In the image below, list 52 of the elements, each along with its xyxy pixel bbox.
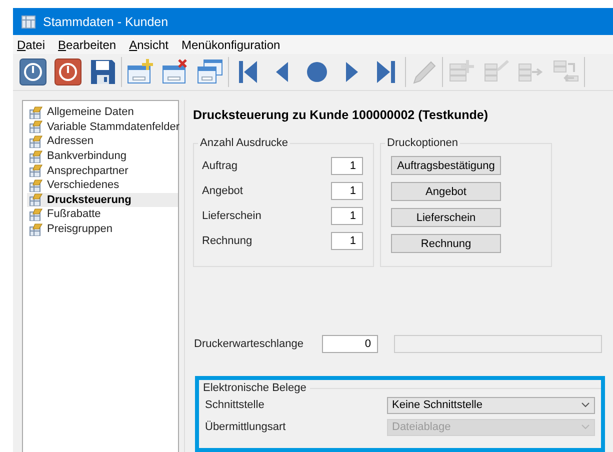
print-option-button[interactable]: Auftragsbestätigung xyxy=(391,156,501,175)
window-plus-icon[interactable] xyxy=(126,58,154,86)
sidebar-item[interactable]: Preisgruppen xyxy=(27,222,178,236)
field-label: Rechnung xyxy=(202,234,252,246)
number-field[interactable]: 0 xyxy=(322,335,378,353)
app-icon xyxy=(21,14,36,29)
menu-item[interactable]: Menükonfiguration xyxy=(181,38,280,52)
window-icon xyxy=(29,120,43,134)
windows-icon[interactable] xyxy=(196,58,224,86)
power-icon[interactable] xyxy=(54,58,82,86)
sidebar-item[interactable]: Adressen xyxy=(27,134,178,149)
field-label: Lieferschein xyxy=(202,210,262,222)
power-icon[interactable] xyxy=(19,58,47,86)
window-icon xyxy=(29,134,43,148)
window-icon xyxy=(29,208,43,221)
menu-item[interactable]: Bearbeiten xyxy=(58,38,116,52)
window-title: Stammdaten - Kunden xyxy=(43,14,168,28)
number-field[interactable]: 1 xyxy=(331,232,363,250)
sidebar-item[interactable]: Allgemeine Daten xyxy=(27,105,178,120)
sidebar-item[interactable]: Ansprechpartner xyxy=(27,163,178,178)
number-field[interactable]: 1 xyxy=(331,206,363,224)
number-field[interactable]: 1 xyxy=(331,156,363,174)
window-icon xyxy=(29,178,43,192)
window-icon xyxy=(29,193,43,206)
group-title: Druckoptionen xyxy=(387,137,458,149)
window-icon xyxy=(29,150,43,163)
print-option-button[interactable]: Angebot xyxy=(391,182,501,201)
chevron-down-icon xyxy=(581,402,590,408)
window-icon xyxy=(29,222,43,236)
window-x-icon[interactable] xyxy=(161,58,189,86)
group-title: Anzahl Ausdrucke xyxy=(200,137,288,149)
chevron-down-icon xyxy=(581,424,590,430)
menu-item[interactable]: Datei xyxy=(17,38,46,52)
window-icon xyxy=(29,106,43,119)
field-label: Schnittstelle xyxy=(205,399,264,411)
sidebar-item[interactable]: Verschiedenes xyxy=(27,178,178,193)
field-label: Übermittlungsart xyxy=(205,421,286,433)
sidebar-item[interactable]: Drucksteuerung xyxy=(27,192,178,208)
dropdown[interactable]: Keine Schnittstelle xyxy=(387,396,595,414)
field-label: Druckerwarteschlange xyxy=(194,338,304,350)
field-label: Angebot xyxy=(202,184,243,196)
sidebar-item[interactable]: Fußrabatte xyxy=(27,207,178,222)
field-label: Auftrag xyxy=(202,160,238,172)
print-option-button[interactable]: Lieferschein xyxy=(391,208,501,227)
section-title: Drucksteuerung zu Kunde 100000002 (Testkunde) xyxy=(193,108,488,122)
sidebar-item[interactable]: Variable Stammdatenfelder xyxy=(27,120,178,134)
group-title: Elektronische Belege xyxy=(203,382,306,394)
print-option-button[interactable]: Rechnung xyxy=(391,234,501,253)
window-icon xyxy=(29,164,43,178)
menu-item[interactable]: Ansicht xyxy=(129,38,168,52)
number-field[interactable]: 1 xyxy=(331,182,363,200)
sidebar-item[interactable]: Bankverbindung xyxy=(27,148,178,164)
